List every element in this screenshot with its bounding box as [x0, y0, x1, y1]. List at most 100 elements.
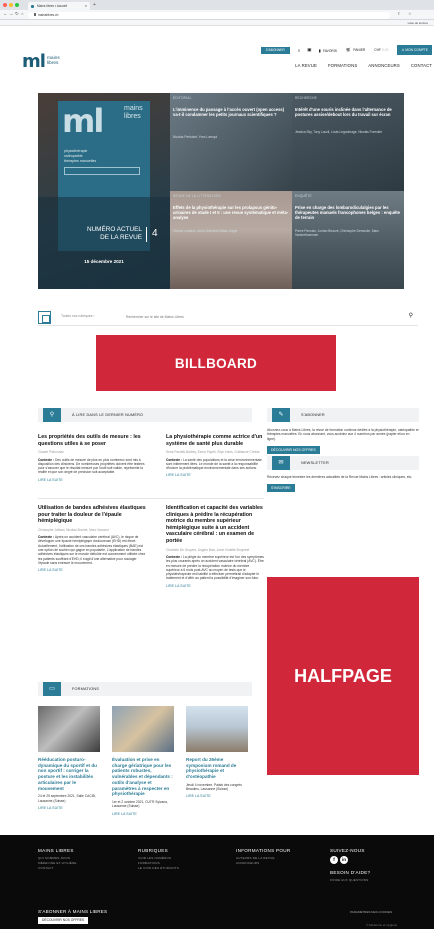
search-input[interactable] [126, 313, 396, 321]
my-account-button[interactable]: ♙ MON COMPTE [397, 45, 432, 55]
footer-link[interactable]: ANNONCEURS [236, 861, 291, 866]
minimize-window-icon[interactable] [9, 3, 13, 7]
half-page-ad[interactable]: HALF PAGE [267, 577, 419, 775]
favicon-icon [31, 4, 34, 8]
formation-title[interactable]: Évaluation et prise en charge gériatriqu… [112, 757, 174, 797]
address-bar[interactable]: mainslibres.ch [28, 11, 390, 19]
footer-link[interactable]: CONTACT [38, 866, 77, 871]
article-authors: Christophe Joillard, Nicolas Buchet, Mar… [38, 527, 109, 532]
hero-tile-enquete[interactable]: ENQUÊTE Prise en charge des lombarodicul… [292, 191, 404, 289]
hero-tile-revue[interactable]: REVUE DE LA LITTÉRATURE Effets de la phy… [170, 191, 292, 289]
divider [38, 498, 264, 499]
read-more-link[interactable]: LIRE LA SUITE [166, 473, 264, 477]
category-filter-dropdown[interactable]: Toutes nos rubriques › [61, 314, 95, 318]
formation-card[interactable]: Rééducation posturo-dynamique du sportif… [38, 706, 100, 810]
formation-details: 1er et 2 octobre 2021, CUTR Sylvana, Lau… [112, 799, 168, 809]
site-search: Toutes nos rubriques › ⚲ [38, 310, 418, 326]
browser-tabbar: Mains libres • Accueil × + [0, 0, 434, 10]
read-more-link[interactable]: LIRE LA SUITE [186, 794, 248, 798]
top-utility-nav: S'ABONNER ⌕ ▣ ▮ FAVORIS 🛒︎ PANIER CHF 0.00… [260, 45, 432, 55]
nav-contact[interactable]: CONTACT [411, 63, 432, 68]
hero-tile-title: Prise en charge des lombarodiculalgies p… [295, 205, 400, 221]
home-icon[interactable]: ⌂ [21, 11, 23, 16]
article-abstract: Contexte : Après un accident vasculaire … [38, 535, 146, 565]
footer-col-informations: INFORMATIONS POUR AUTEURS DE LA REVUE AN… [236, 848, 291, 866]
site-footer: MAINS LIBRES QUI SOMMES-NOUS MÉDECINE ET… [0, 835, 434, 929]
read-more-link[interactable]: LIRE LA SUITE [112, 812, 174, 816]
newsletter-text: Recevez chaque trimestre les dernières a… [267, 475, 413, 479]
back-icon[interactable]: ← [3, 11, 8, 16]
article-authors: Charlotte De Gruyere, Angela Bolo, Anne-… [166, 547, 250, 552]
forward-icon[interactable]: → [9, 11, 14, 16]
article-card[interactable]: Identification et capacité des variables… [166, 505, 264, 588]
subscribe-box: Abonnez-vous à Mains Libres, la revue de… [267, 428, 419, 454]
subscribe-button[interactable]: S'ABONNER [260, 46, 290, 54]
footer-link[interactable]: LE COIN DES ÉTUDIANTS [138, 866, 179, 871]
footer-discover-offers-button[interactable]: DÉCOUVRIR NOS OFFRES [38, 917, 89, 924]
article-title[interactable]: La physiothérapie comme actrice d'un sys… [166, 434, 264, 447]
newsletter-icon: ✉ [272, 456, 290, 470]
currency-total: CHF 0.00 [374, 48, 389, 52]
read-more-link[interactable]: LIRE LA SUITE [38, 806, 100, 810]
close-tab-icon[interactable]: × [85, 2, 87, 10]
star-icon[interactable]: ☆ [408, 11, 412, 16]
share-icon[interactable]: ⇪ [397, 11, 400, 16]
faq-link[interactable]: FOIRE AUX QUESTIONS [330, 878, 370, 883]
formation-title[interactable]: Report du 26ème symposium romand de phys… [186, 757, 248, 780]
issue-date: 15 décembre 2021 [84, 259, 124, 264]
cart-link[interactable]: 🛒︎ PANIER [346, 47, 365, 53]
hero-tile-title: Effets de la physiothérapie sur les prol… [173, 205, 289, 221]
browser-toolbar: ← → ↻ ⌂ mainslibres.ch ⇪ ☆ [0, 10, 434, 20]
article-title[interactable]: Identification et capacité des variables… [166, 505, 264, 545]
discover-offers-button[interactable]: DÉCOUVRIR NOS OFFRES [267, 445, 320, 454]
article-authors: Claude Pichonnaz [38, 450, 64, 455]
nav-annonceurs[interactable]: ANNONCEURS [368, 63, 400, 68]
article-title[interactable]: Utilisation de bandes adhésives élastiqu… [38, 505, 146, 525]
article-abstract: Contexte : La plégie du membre supérieur… [166, 554, 264, 581]
formation-title[interactable]: Rééducation posturo-dynamique du sportif… [38, 757, 100, 791]
new-tab-icon[interactable]: + [93, 2, 96, 8]
site-logo[interactable]: ml mains libres [22, 53, 60, 71]
url-text: mainslibres.ch [38, 12, 59, 17]
close-window-icon[interactable] [3, 3, 7, 7]
subscribe-box-header: ✎ S'ABONNER [267, 408, 419, 422]
nav-la-revue[interactable]: LA REVUE [295, 63, 317, 68]
subscribe-icon: ✎ [272, 408, 290, 422]
lock-icon [34, 13, 36, 16]
search-submit-icon[interactable]: ⚲ [409, 312, 413, 319]
current-issue-cover[interactable]: ml mains libres physiothérapie ostéopathie… [38, 93, 170, 289]
article-card[interactable]: Les propriétés des outils de mesure : le… [38, 434, 146, 482]
nav-formations[interactable]: FORMATIONS [328, 63, 357, 68]
reload-icon[interactable]: ↻ [15, 11, 19, 17]
browser-tab[interactable]: Mains libres • Accueil × [28, 2, 90, 10]
formation-details: 24 et 25 septembre 2021, Salle CACIB, La… [38, 794, 96, 803]
hero-tile-recherche[interactable]: RECHERCHE Intérêt d'une souris inclinée … [292, 93, 404, 191]
linkedin-icon[interactable]: in [340, 856, 348, 864]
formation-card[interactable]: Report du 26ème symposium romand de phys… [186, 706, 248, 798]
subscribe-text: Abonnez-vous à Mains Libres, la revue de… [267, 428, 419, 441]
maximize-window-icon[interactable] [15, 3, 19, 7]
article-abstract: Contexte : Des outils de mesure de plus … [38, 457, 145, 475]
article-card[interactable]: Utilisation de bandes adhésives élastiqu… [38, 505, 146, 572]
cookie-settings-link[interactable]: PARAMÈTRES DES COOKIES [350, 910, 392, 914]
newsletter-box: Recevez chaque trimestre les dernières a… [267, 475, 419, 493]
hero-tile-title: L'imminence du passage à l'accès ouvert … [173, 107, 285, 118]
read-more-link[interactable]: LIRE LA SUITE [38, 568, 146, 572]
newsletter-signup-button[interactable]: S'INSCRIRE [267, 484, 295, 493]
search-icon[interactable]: ⌕ [298, 48, 301, 53]
formation-card[interactable]: Évaluation et prise en charge gériatriqu… [112, 706, 174, 816]
latest-issue-header: ⚲ À LIRE DANS LE DERNIER NUMÉRO [38, 408, 252, 422]
article-title[interactable]: Les propriétés des outils de mesure : le… [38, 434, 146, 447]
billboard-ad[interactable]: BILLBOARD [96, 335, 336, 391]
formation-image [186, 706, 248, 752]
favorites-link[interactable]: ▮ FAVORIS [319, 48, 337, 53]
read-more-link[interactable]: LIRE LA SUITE [38, 478, 146, 482]
account-card-icon[interactable]: ▣ [307, 47, 311, 53]
facebook-icon[interactable]: f [330, 856, 338, 864]
read-more-link[interactable]: LIRE LA SUITE [166, 584, 264, 588]
article-card[interactable]: La physiothérapie comme actrice d'un sys… [166, 434, 264, 477]
footer-col-social: SUIVEZ-NOUS f in BESOIN D'AIDE? FOIRE AU… [330, 848, 371, 883]
hero-tile-editorial[interactable]: ÉDITORIAL L'imminence du passage à l'acc… [170, 93, 292, 191]
formations-header: ▭ FORMATIONS [38, 682, 252, 696]
main-nav: LA REVUE FORMATIONS ANNONCEURS CONTACT [284, 63, 432, 68]
